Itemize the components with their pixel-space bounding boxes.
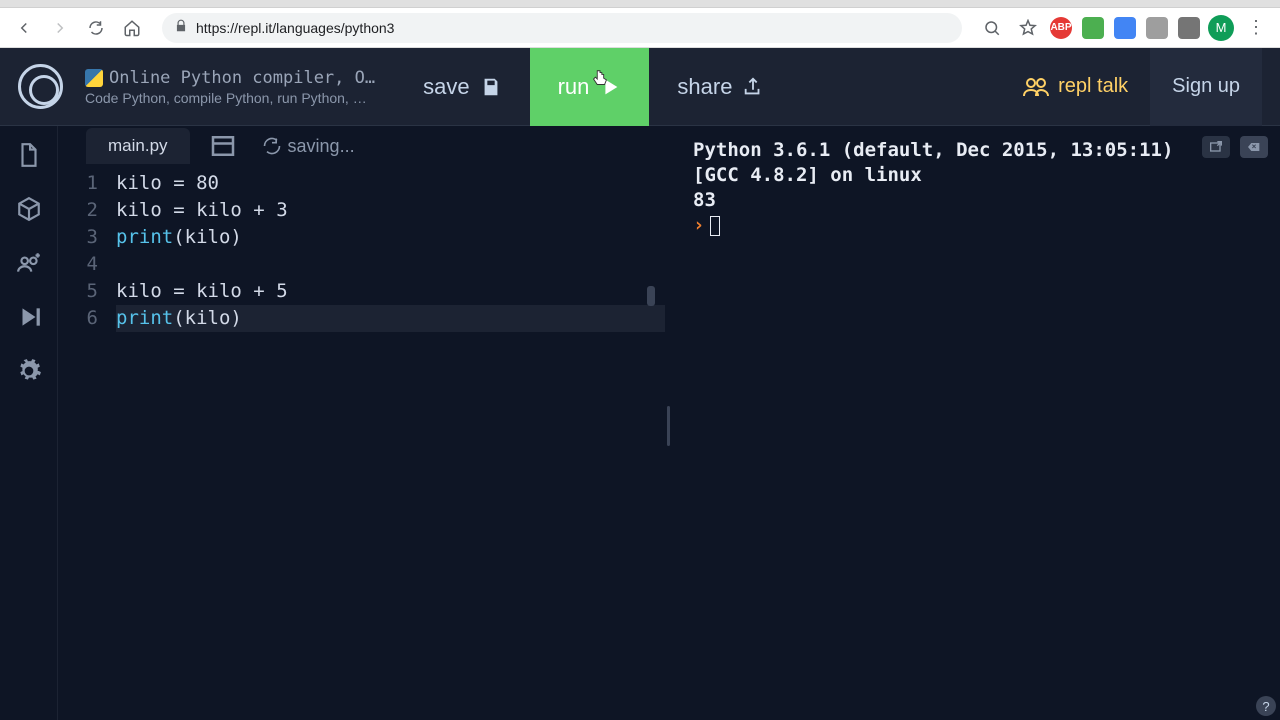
saving-indicator: saving... (262, 136, 355, 157)
code-lines[interactable]: kilo = 80kilo = kilo + 3print(kilo)kilo … (116, 170, 665, 720)
left-sidebar (0, 126, 58, 720)
signup-button[interactable]: Sign up (1150, 48, 1262, 126)
packages-icon[interactable] (16, 196, 42, 222)
repl-talk-label: repl talk (1058, 75, 1128, 98)
splitter-handle-icon (667, 406, 670, 446)
forward-button[interactable] (46, 14, 74, 42)
page-subtitle: Code Python, compile Python, run Python,… (85, 90, 375, 106)
browser-menu-icon[interactable]: ⋮ (1242, 14, 1270, 42)
editor-tab-row: main.py saving... (58, 126, 665, 166)
run-label: run (558, 74, 590, 100)
save-button[interactable]: save (395, 48, 529, 126)
line-gutter: 123456 (58, 170, 116, 720)
python-icon (85, 69, 103, 87)
editor-panel: main.py saving... 123456 kilo = 80kilo =… (58, 126, 665, 720)
save-icon (480, 76, 502, 98)
extension-icons: ABP (1050, 17, 1200, 39)
share-button[interactable]: share (649, 48, 792, 126)
settings-icon[interactable] (16, 358, 42, 384)
browser-tab-strip (0, 0, 1280, 8)
home-button[interactable] (118, 14, 146, 42)
refresh-icon (262, 136, 282, 156)
help-button[interactable]: ? (1256, 696, 1276, 716)
terminal-clear-icon[interactable] (1240, 136, 1268, 158)
terminal-toolbar (1202, 136, 1268, 158)
title-block: Online Python compiler, O… Code Python, … (85, 68, 375, 106)
share-label: share (677, 74, 732, 100)
extension-icon[interactable] (1082, 17, 1104, 39)
layout-icon[interactable] (208, 131, 238, 161)
extension-icon[interactable] (1178, 17, 1200, 39)
signup-label: Sign up (1172, 75, 1240, 98)
browser-toolbar: https://repl.it/languages/python3 ABP M … (0, 8, 1280, 48)
panel-splitter[interactable] (665, 126, 673, 720)
scrollbar-thumb[interactable] (647, 286, 655, 306)
repl-talk-button[interactable]: repl talk (1000, 48, 1150, 126)
abp-extension-icon[interactable]: ABP (1050, 17, 1072, 39)
debugger-icon[interactable] (16, 304, 42, 330)
back-button[interactable] (10, 14, 38, 42)
saving-label: saving... (288, 136, 355, 157)
extension-icon[interactable] (1114, 17, 1136, 39)
terminal-popout-icon[interactable] (1202, 136, 1230, 158)
lock-icon (174, 19, 188, 36)
terminal-output[interactable]: Python 3.6.1 (default, Dec 2015, 13:05:1… (673, 126, 1280, 250)
terminal-panel: Python 3.6.1 (default, Dec 2015, 13:05:1… (673, 126, 1280, 720)
url-text: https://repl.it/languages/python3 (196, 20, 394, 36)
page-title: Online Python compiler, O… (109, 68, 375, 88)
replit-logo[interactable] (18, 64, 63, 109)
address-bar[interactable]: https://repl.it/languages/python3 (162, 13, 962, 43)
code-editor[interactable]: 123456 kilo = 80kilo = kilo + 3print(kil… (58, 166, 665, 720)
header-actions: save run share (395, 48, 792, 126)
people-icon (1022, 76, 1050, 98)
header-right: repl talk Sign up (1000, 48, 1262, 126)
cursor-icon (589, 68, 611, 90)
main-area: main.py saving... 123456 kilo = 80kilo =… (0, 126, 1280, 720)
reload-button[interactable] (82, 14, 110, 42)
extension-icon[interactable] (1146, 17, 1168, 39)
file-tab[interactable]: main.py (86, 128, 190, 164)
profile-avatar[interactable]: M (1208, 15, 1234, 41)
save-label: save (423, 74, 469, 100)
bookmark-star-icon[interactable] (1014, 14, 1042, 42)
app-header: Online Python compiler, O… Code Python, … (0, 48, 1280, 126)
multiplayer-icon[interactable] (16, 250, 42, 276)
run-button[interactable]: run (530, 48, 650, 126)
files-icon[interactable] (16, 142, 42, 168)
share-icon (742, 76, 764, 98)
zoom-icon[interactable] (978, 14, 1006, 42)
